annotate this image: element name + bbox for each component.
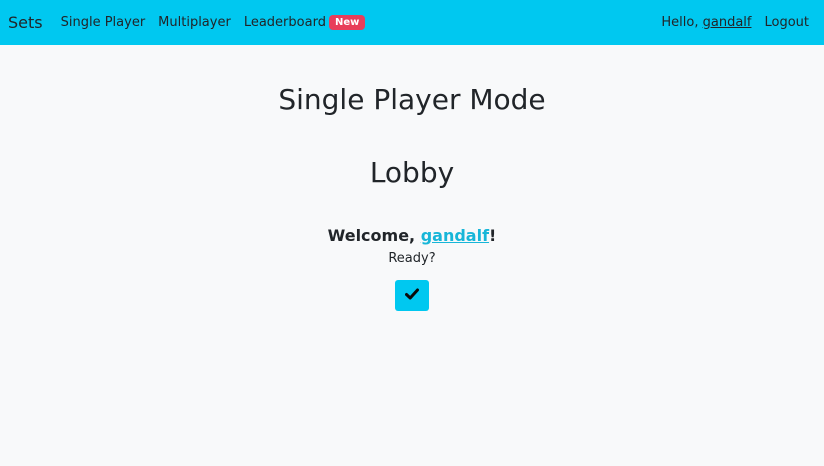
nav-link-multiplayer[interactable]: Multiplayer <box>158 15 231 30</box>
welcome-username-link[interactable]: gandalf <box>421 226 489 245</box>
ready-text: Ready? <box>388 251 436 266</box>
page-title: Single Player Mode <box>278 83 546 116</box>
ready-button[interactable] <box>395 280 429 311</box>
new-badge: New <box>328 15 366 30</box>
welcome-suffix: ! <box>489 226 497 245</box>
nav-user-area: Hello, gandalf Logout <box>661 15 816 30</box>
hello-prefix: Hello, <box>661 15 703 30</box>
nav-link-leaderboard-label: Leaderboard <box>243 15 326 30</box>
check-icon <box>405 288 419 303</box>
nav-link-single-player[interactable]: Single Player <box>61 15 146 30</box>
welcome-text: Welcome, gandalf! <box>0 226 824 246</box>
hello-text: Hello, gandalf <box>661 15 751 30</box>
lobby-heading: Lobby <box>369 156 455 189</box>
nav-link-leaderboard[interactable]: Leaderboard New <box>244 15 366 30</box>
brand-link[interactable]: Sets <box>8 13 43 32</box>
logout-link[interactable]: Logout <box>764 15 809 30</box>
welcome-prefix: Welcome, <box>327 226 421 245</box>
navbar: Sets Single Player Multiplayer Leaderboa… <box>0 0 824 45</box>
nav-username-link[interactable]: gandalf <box>703 15 752 30</box>
main-content: Single Player Mode Lobby Welcome, gandal… <box>0 45 824 311</box>
